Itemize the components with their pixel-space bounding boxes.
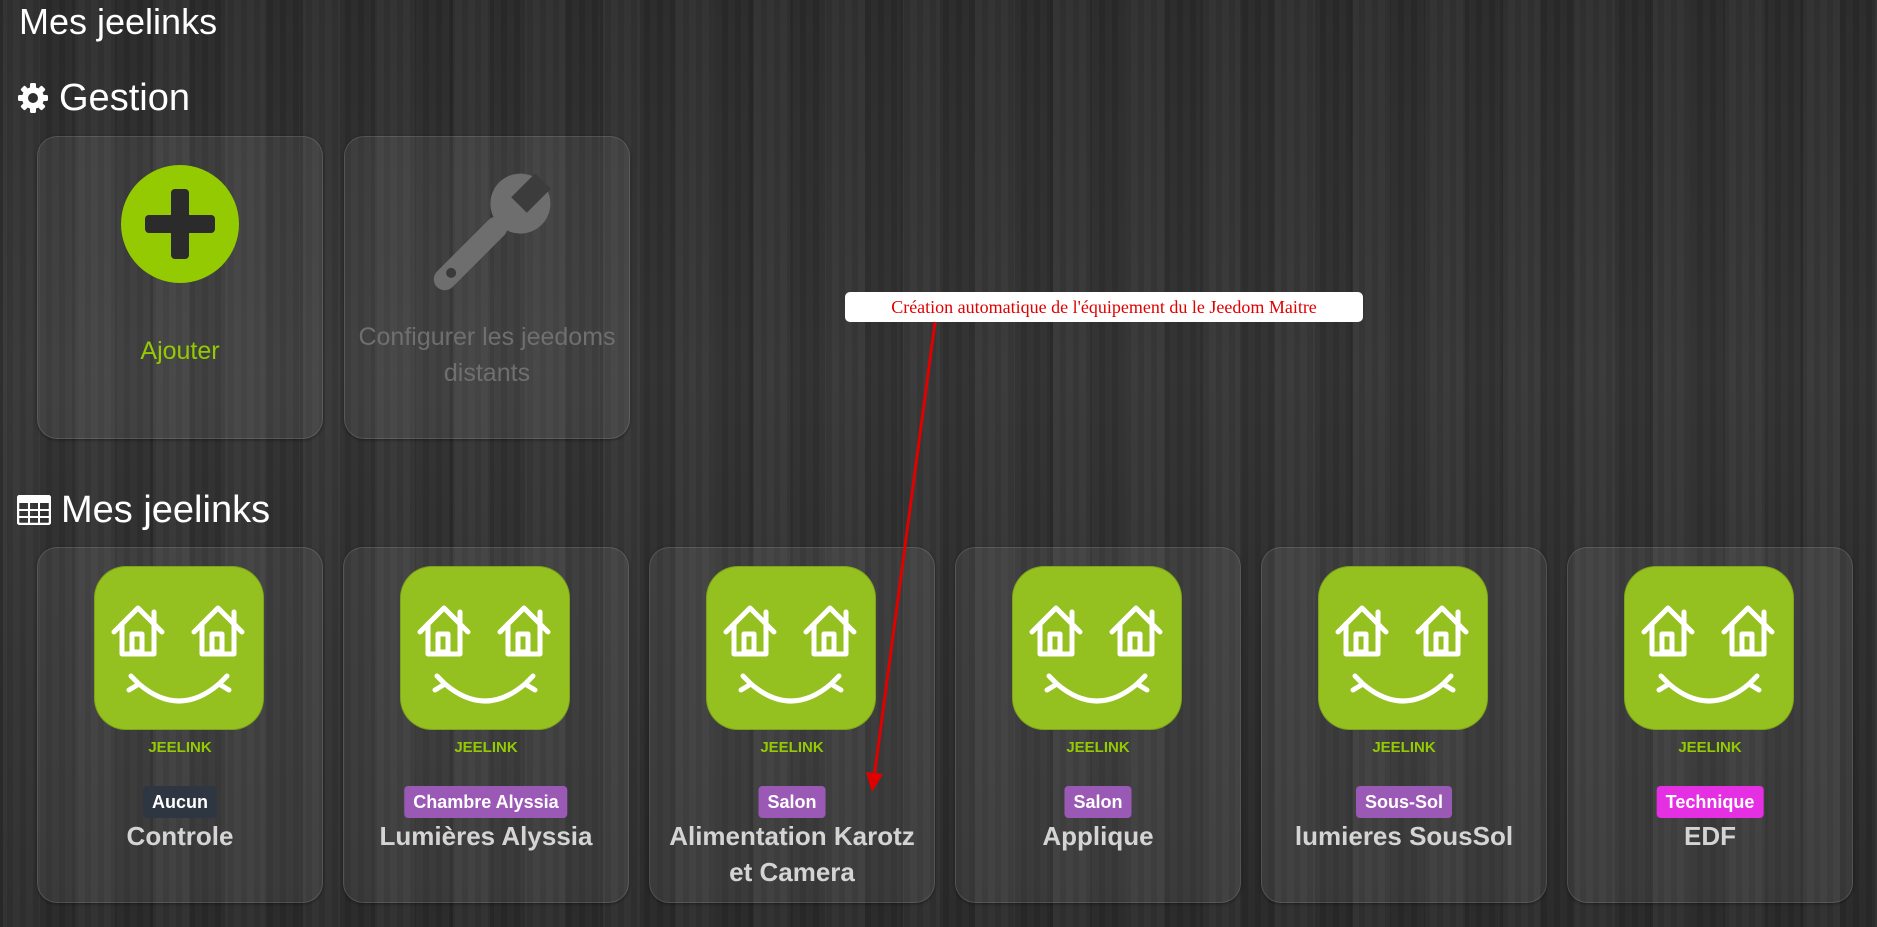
- plugin-label: JEELINK: [1372, 739, 1436, 756]
- jeelink-plugin-icon: [706, 566, 876, 730]
- object-badge: Aucun: [143, 786, 217, 818]
- object-badge: Sous-Sol: [1355, 786, 1453, 818]
- table-icon: [17, 495, 51, 525]
- equipment-card[interactable]: JEELINK Chambre Alyssia Lumières Alyssia: [343, 547, 629, 903]
- object-badge: Technique: [1656, 786, 1764, 818]
- jeelinks-section-title: Mes jeelinks: [17, 488, 270, 532]
- plus-icon: [121, 165, 239, 283]
- jeelink-plugin-icon: [94, 566, 264, 730]
- jeelink-plugin-icon: [1318, 566, 1488, 730]
- equipment-card[interactable]: JEELINK Technique EDF: [1567, 547, 1853, 903]
- gestion-section-title: Gestion: [17, 76, 190, 120]
- jeelinks-title-text: Mes jeelinks: [61, 489, 271, 531]
- plugin-label: JEELINK: [760, 739, 824, 756]
- jeelink-plugin-icon: [1624, 566, 1794, 730]
- add-equipment-card[interactable]: Ajouter: [37, 136, 323, 439]
- annotation-note: Création automatique de l'équipement du …: [845, 292, 1363, 322]
- wrench-icon: [415, 159, 565, 314]
- equipment-name: Controle: [126, 821, 234, 851]
- plugin-label: JEELINK: [454, 739, 518, 756]
- gestion-title-text: Gestion: [59, 77, 190, 119]
- equipment-name: lumieres SousSol: [1294, 821, 1514, 851]
- configure-label: Configurer les jeedoms distants: [358, 323, 616, 387]
- object-badge: Chambre Alyssia: [404, 786, 568, 818]
- equipment-name: Lumières Alyssia: [379, 821, 593, 851]
- object-badge: Salon: [758, 786, 826, 818]
- cog-icon: [17, 82, 49, 114]
- equipment-card[interactable]: JEELINK Salon Applique: [955, 547, 1241, 903]
- page-title: Mes jeelinks: [19, 1, 218, 42]
- plugin-label: JEELINK: [1066, 739, 1130, 756]
- jeelink-plugin-icon: [400, 566, 570, 730]
- jeelink-plugin-icon: [1012, 566, 1182, 730]
- equipment-name: Applique: [1042, 821, 1154, 851]
- equipment-card[interactable]: JEELINK Aucun Controle: [37, 547, 323, 903]
- object-badge: Salon: [1064, 786, 1132, 818]
- equipment-name: EDF: [1684, 821, 1736, 851]
- add-label: Ajouter: [140, 337, 220, 365]
- plugin-label: JEELINK: [1678, 739, 1742, 756]
- plugin-label: JEELINK: [148, 739, 212, 756]
- equipment-name: Alimentation Karotz et Camera: [669, 821, 915, 887]
- equipment-card[interactable]: JEELINK Salon Alimentation Karotz et Camer…: [649, 547, 935, 903]
- equipment-card[interactable]: JEELINK Sous-Sol lumieres SousSol: [1261, 547, 1547, 903]
- configure-remote-jeedoms-card[interactable]: Configurer les jeedoms distants: [344, 136, 630, 439]
